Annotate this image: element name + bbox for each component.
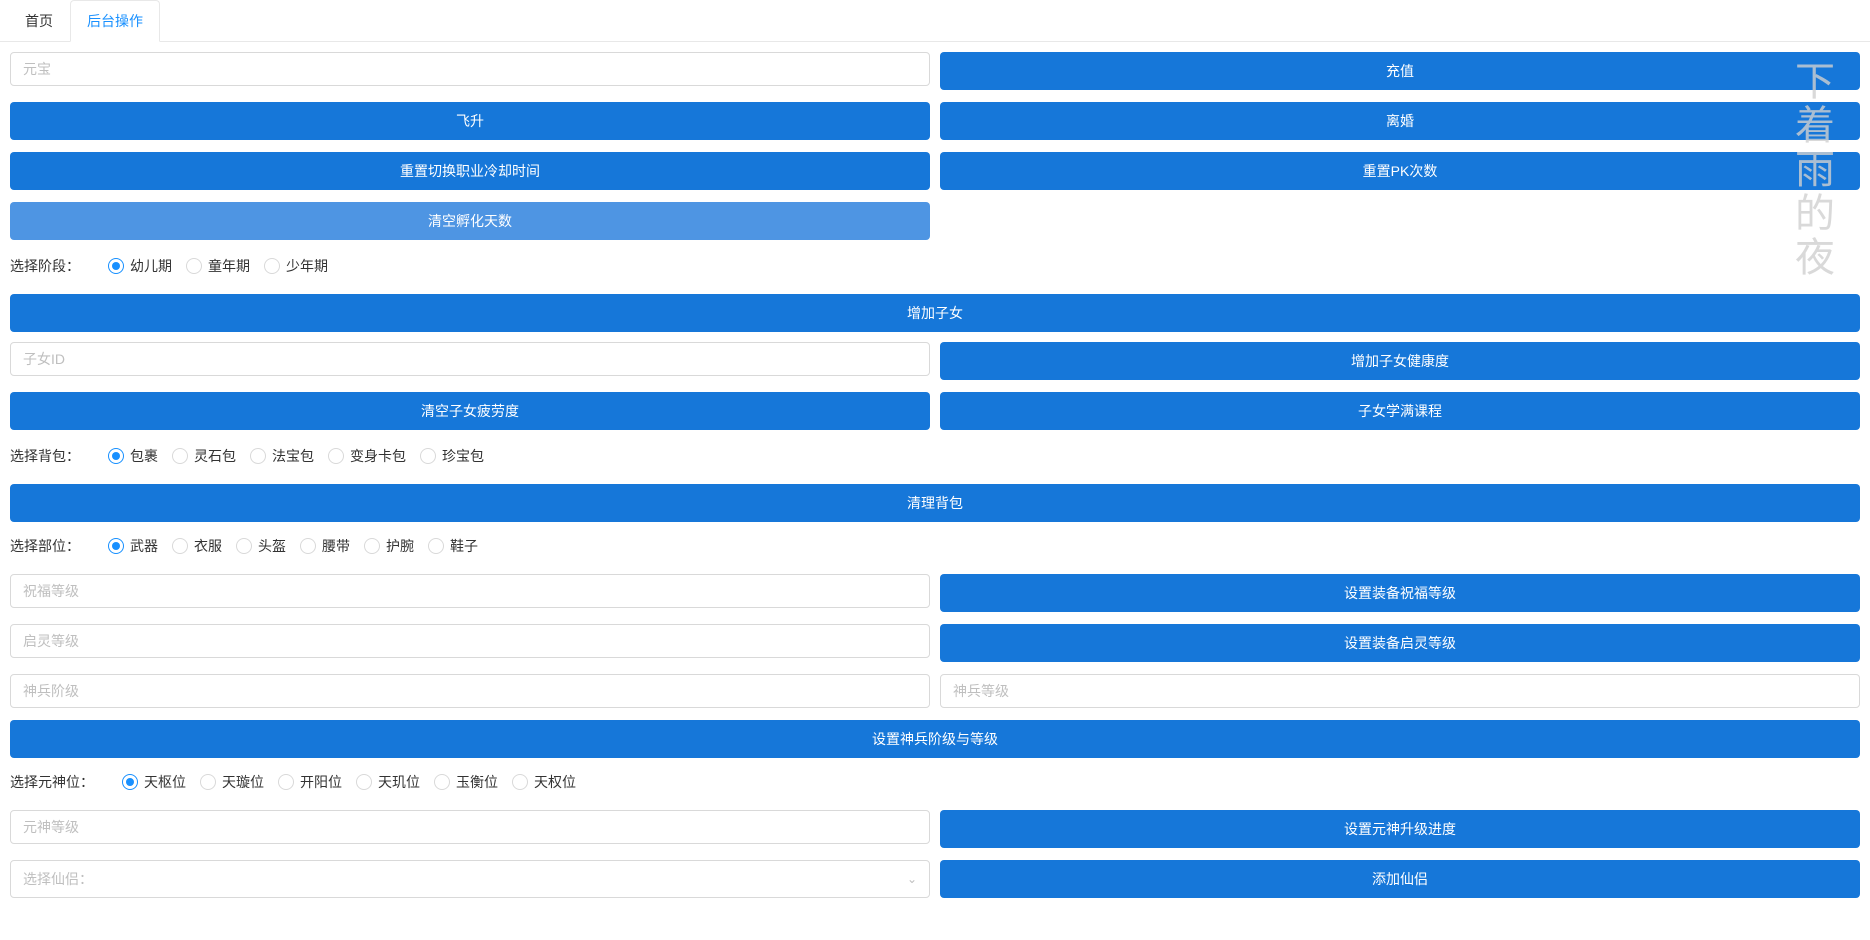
set-enlighten-level-button[interactable]: 设置装备启灵等级 bbox=[940, 624, 1860, 662]
part-radio-5[interactable]: 鞋子 bbox=[428, 536, 478, 556]
radio-icon bbox=[420, 448, 436, 464]
radio-icon bbox=[172, 448, 188, 464]
part-label: 选择部位： bbox=[10, 536, 80, 556]
stage-radio-1[interactable]: 童年期 bbox=[186, 256, 250, 276]
radio-icon bbox=[108, 538, 124, 554]
radio-icon bbox=[122, 774, 138, 790]
spirit-radio-1[interactable]: 天璇位 bbox=[200, 772, 264, 792]
bag-label: 选择背包： bbox=[10, 446, 80, 466]
bag-radio-4[interactable]: 珍宝包 bbox=[420, 446, 484, 466]
radio-icon bbox=[108, 258, 124, 274]
spirit-radio-row: 选择元神位： 天枢位 天璇位 开阳位 天玑位 玉衡位 天权位 bbox=[10, 768, 1860, 796]
reset-job-cooldown-button[interactable]: 重置切换职业冷却时间 bbox=[10, 152, 930, 190]
radio-icon bbox=[264, 258, 280, 274]
divorce-button[interactable]: 离婚 bbox=[940, 102, 1860, 140]
part-radio-2[interactable]: 头盔 bbox=[236, 536, 286, 556]
stage-radio-row: 选择阶段： 幼儿期 童年期 少年期 bbox=[10, 252, 1860, 280]
ascend-button[interactable]: 飞升 bbox=[10, 102, 930, 140]
bag-radio-1[interactable]: 灵石包 bbox=[172, 446, 236, 466]
radio-icon bbox=[278, 774, 294, 790]
set-spirit-progress-button[interactable]: 设置元神升级进度 bbox=[940, 810, 1860, 848]
recharge-button[interactable]: 充值 bbox=[940, 52, 1860, 90]
radio-icon bbox=[108, 448, 124, 464]
tab-home[interactable]: 首页 bbox=[8, 0, 70, 41]
main-content: 充值 飞升 离婚 重置切换职业冷却时间 重置PK次数 清空孵化天数 选择阶段： … bbox=[0, 42, 1870, 920]
bag-radio-2[interactable]: 法宝包 bbox=[250, 446, 314, 466]
radio-icon bbox=[512, 774, 528, 790]
bag-radio-0[interactable]: 包裹 bbox=[108, 446, 158, 466]
radio-icon bbox=[186, 258, 202, 274]
spirit-radio-0[interactable]: 天枢位 bbox=[122, 772, 186, 792]
enlighten-level-input[interactable] bbox=[10, 624, 930, 658]
tab-backend[interactable]: 后台操作 bbox=[70, 0, 160, 42]
spirit-level-input[interactable] bbox=[10, 810, 930, 844]
tab-bar: 首页 后台操作 bbox=[0, 0, 1870, 42]
stage-radio-0[interactable]: 幼儿期 bbox=[108, 256, 172, 276]
yuanbao-input[interactable] bbox=[10, 52, 930, 86]
radio-icon bbox=[250, 448, 266, 464]
part-radio-1[interactable]: 衣服 bbox=[172, 536, 222, 556]
set-bless-level-button[interactable]: 设置装备祝福等级 bbox=[940, 574, 1860, 612]
set-weapon-rank-button[interactable]: 设置神兵阶级与等级 bbox=[10, 720, 1860, 758]
radio-icon bbox=[172, 538, 188, 554]
select-partner-dropdown[interactable]: 选择仙侣： ⌄ bbox=[10, 860, 930, 898]
bless-level-input[interactable] bbox=[10, 574, 930, 608]
radio-icon bbox=[364, 538, 380, 554]
stage-radio-2[interactable]: 少年期 bbox=[264, 256, 328, 276]
spirit-radio-2[interactable]: 开阳位 bbox=[278, 772, 342, 792]
part-radio-row: 选择部位： 武器 衣服 头盔 腰带 护腕 鞋子 bbox=[10, 532, 1860, 560]
spirit-label: 选择元神位： bbox=[10, 772, 94, 792]
clear-incubation-button[interactable]: 清空孵化天数 bbox=[10, 202, 930, 240]
radio-icon bbox=[200, 774, 216, 790]
reset-pk-button[interactable]: 重置PK次数 bbox=[940, 152, 1860, 190]
spirit-radio-4[interactable]: 玉衡位 bbox=[434, 772, 498, 792]
radio-icon bbox=[236, 538, 252, 554]
clear-child-fatigue-button[interactable]: 清空子女疲劳度 bbox=[10, 392, 930, 430]
add-child-button[interactable]: 增加子女 bbox=[10, 294, 1860, 332]
child-full-lesson-button[interactable]: 子女学满课程 bbox=[940, 392, 1860, 430]
part-radio-4[interactable]: 护腕 bbox=[364, 536, 414, 556]
clear-bag-button[interactable]: 清理背包 bbox=[10, 484, 1860, 522]
radio-icon bbox=[428, 538, 444, 554]
radio-icon bbox=[356, 774, 372, 790]
weapon-rank-input[interactable] bbox=[10, 674, 930, 708]
radio-icon bbox=[434, 774, 450, 790]
bag-radio-3[interactable]: 变身卡包 bbox=[328, 446, 406, 466]
stage-label: 选择阶段： bbox=[10, 256, 80, 276]
radio-icon bbox=[328, 448, 344, 464]
weapon-level-input[interactable] bbox=[940, 674, 1860, 708]
child-id-input[interactable] bbox=[10, 342, 930, 376]
chevron-down-icon: ⌄ bbox=[907, 872, 917, 886]
add-partner-button[interactable]: 添加仙侣 bbox=[940, 860, 1860, 898]
bag-radio-row: 选择背包： 包裹 灵石包 法宝包 变身卡包 珍宝包 bbox=[10, 442, 1860, 470]
select-placeholder: 选择仙侣： bbox=[23, 869, 93, 889]
spirit-radio-5[interactable]: 天权位 bbox=[512, 772, 576, 792]
part-radio-0[interactable]: 武器 bbox=[108, 536, 158, 556]
spirit-radio-3[interactable]: 天玑位 bbox=[356, 772, 420, 792]
radio-icon bbox=[300, 538, 316, 554]
part-radio-3[interactable]: 腰带 bbox=[300, 536, 350, 556]
add-child-health-button[interactable]: 增加子女健康度 bbox=[940, 342, 1860, 380]
